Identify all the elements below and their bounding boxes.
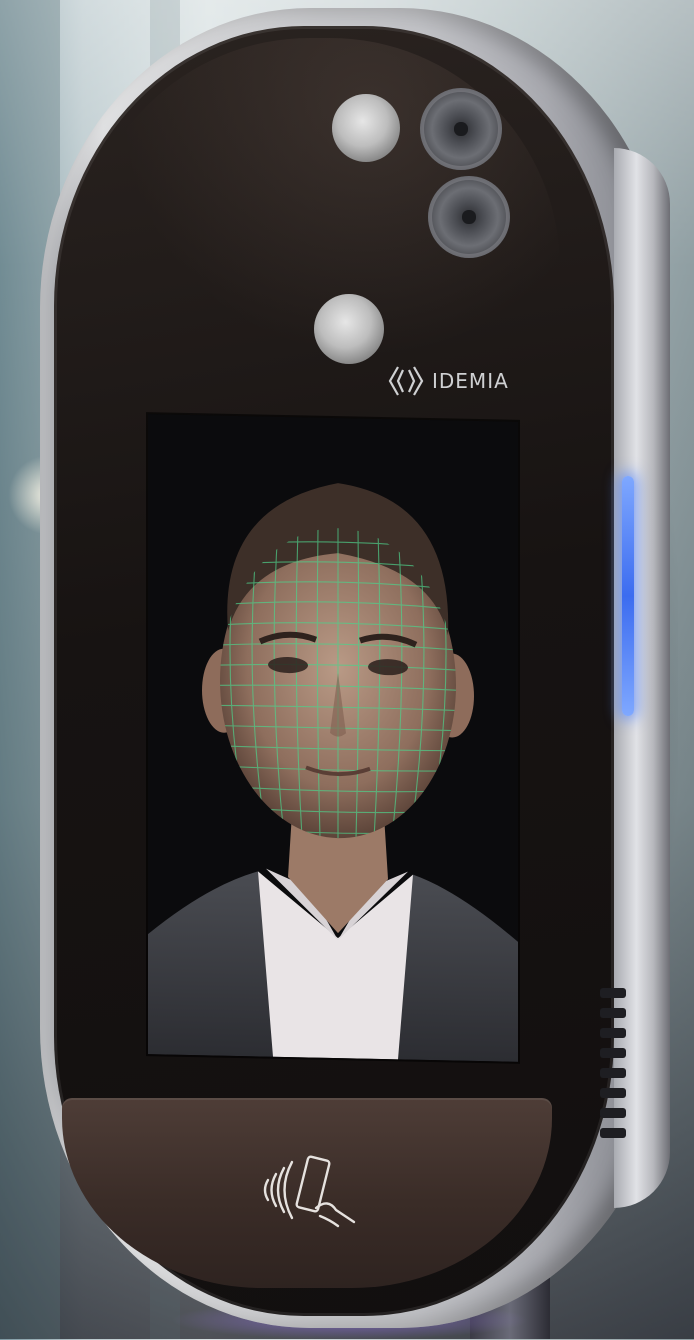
ir-illuminator [332, 94, 400, 162]
vent-slot [600, 1008, 626, 1018]
camera-lens [428, 176, 510, 258]
ir-illuminator [314, 294, 384, 364]
face-scan-image [148, 414, 518, 1062]
status-led [622, 476, 634, 716]
vent-slot [600, 1088, 626, 1098]
contactless-card-icon [263, 1155, 356, 1228]
vent-slot [600, 1048, 626, 1058]
face-recognition-terminal: IDEMIA [40, 8, 670, 1328]
vent-slot [600, 1068, 626, 1078]
speaker-vents [600, 988, 630, 1178]
idemia-chevrons-icon [388, 366, 424, 396]
vent-slot [600, 1108, 626, 1118]
vent-slot [600, 988, 626, 998]
vent-slot [600, 1128, 626, 1138]
camera-lens [420, 88, 502, 170]
brand-name: IDEMIA [432, 369, 509, 393]
brand-logo: IDEMIA [386, 364, 509, 398]
display-screen [148, 414, 518, 1062]
vent-slot [600, 1028, 626, 1038]
